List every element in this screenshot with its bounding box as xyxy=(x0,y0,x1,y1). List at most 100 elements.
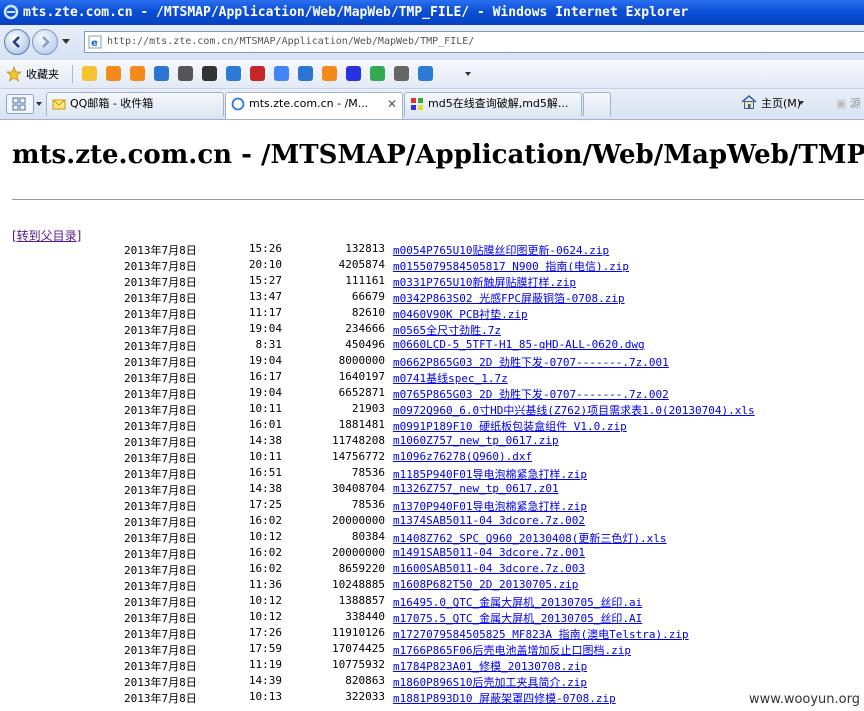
file-link[interactable]: m1608P682T50_2D_20130705.zip xyxy=(393,578,578,591)
file-link[interactable]: m1784P823A01_修模_20130708.zip xyxy=(393,658,587,674)
download-icon[interactable] xyxy=(202,66,217,81)
file-link[interactable]: m0972Q960_6.0寸HD中兴基线(Z762)项目需求表1.0(20130… xyxy=(393,402,755,418)
grid-icon[interactable] xyxy=(394,66,409,81)
file-size: 78536 xyxy=(351,498,385,511)
file-time: 17:25 xyxy=(248,498,282,511)
tab-zte-directory[interactable]: mts.zte.com.cn - /M... ✕ xyxy=(225,92,403,119)
add-favorite-icon[interactable] xyxy=(82,66,97,81)
file-link[interactable]: m1185P940F01导电泡棉紧急打样.zip xyxy=(393,466,587,482)
file-link[interactable]: m1408Z762_SPC_Q960_20130408(更新三色灯).xls xyxy=(393,530,667,546)
recent-pages-dropdown[interactable] xyxy=(62,39,70,44)
translate-icon[interactable] xyxy=(274,66,289,81)
file-listing: 2013年7月8日 15:26 132813 m0054P765U10贴膜丝印图更新-… xyxy=(0,242,864,706)
file-date: 2013年7月8日 xyxy=(124,500,197,513)
file-date: 2013年7月8日 xyxy=(124,340,197,353)
file-time: 16:01 xyxy=(248,418,282,431)
file-link[interactable]: m0660LCD-5_5TFT-H1_85-qHD-ALL-0620.dwg xyxy=(393,338,645,351)
file-link[interactable]: m17075.5_QTC_金属大屏机_20130705_丝印.AI xyxy=(393,610,642,626)
file-row: 2013年7月8日 17:59 17074425 m1766P865F06后壳电池盖增… xyxy=(0,642,864,658)
file-date: 2013年7月8日 xyxy=(124,372,197,385)
file-link[interactable]: m1727079584505825 MF823A 指南(澳电Telstra).z… xyxy=(393,626,689,642)
file-date: 2013年7月8日 xyxy=(124,404,197,417)
tab-md5[interactable]: md5在线查询破解,md5解... xyxy=(404,92,582,116)
file-row: 2013年7月8日 16:02 20000000 m1374SAB5011-04 3d… xyxy=(0,514,864,530)
ie-icon[interactable] xyxy=(418,66,433,81)
file-time: 19:04 xyxy=(248,354,282,367)
close-tab-icon[interactable]: ✕ xyxy=(387,93,397,115)
file-time: 10:11 xyxy=(248,402,282,415)
file-date: 2013年7月8日 xyxy=(124,612,197,625)
file-row: 2013年7月8日 11:19 10775932 m1784P823A01_修模_20… xyxy=(0,658,864,674)
file-row: 2013年7月8日 10:12 338440 m17075.5_QTC_金属大屏机_2… xyxy=(0,610,864,626)
file-link[interactable]: m0155079584505817 N900 指南(电信).zip xyxy=(393,258,629,274)
orange-site-icon[interactable] xyxy=(322,66,337,81)
file-time: 16:02 xyxy=(248,562,282,575)
link-icon[interactable] xyxy=(178,66,193,81)
chrome-icon[interactable] xyxy=(370,66,385,81)
feeds-button[interactable]: ▣ 源 xyxy=(836,95,861,111)
blue-site-icon[interactable] xyxy=(298,66,313,81)
orange-site-icon[interactable] xyxy=(130,66,145,81)
file-time: 16:51 xyxy=(248,466,282,479)
new-tab-button[interactable] xyxy=(583,92,611,116)
file-link[interactable]: m1370P940F01导电泡棉紧急打样.zip xyxy=(393,498,587,514)
file-size: 14756772 xyxy=(332,450,385,463)
favorites-star-icon[interactable] xyxy=(6,66,22,82)
file-link[interactable]: m0460V90K PCB衬垫.zip xyxy=(393,306,528,322)
file-row: 2013年7月8日 14:39 820863 m1860P896S10后壳加工夹具简介… xyxy=(0,674,864,690)
file-size: 30408704 xyxy=(332,482,385,495)
file-time: 11:17 xyxy=(248,306,282,319)
file-size: 132813 xyxy=(345,242,385,255)
file-time: 19:04 xyxy=(248,386,282,399)
back-button[interactable] xyxy=(4,29,30,55)
red-site-icon[interactable] xyxy=(250,66,265,81)
file-link[interactable]: m1060Z757_new_tp_0617.zip xyxy=(393,434,559,447)
file-link[interactable]: m1491SAB5011-04 3dcore.7z.001 xyxy=(393,546,585,559)
file-link[interactable]: m0331P765U10新触屏贴膜打样.zip xyxy=(393,274,576,290)
file-link[interactable]: m0565全尺寸劲胜.7z xyxy=(393,322,501,338)
forward-button[interactable] xyxy=(32,29,58,55)
favorites-label[interactable]: 收藏夹 xyxy=(26,66,59,82)
file-date: 2013年7月8日 xyxy=(124,596,197,609)
favorites-more-dropdown[interactable] xyxy=(465,72,471,76)
file-link[interactable]: m1860P896S10后壳加工夹具简介.zip xyxy=(393,674,587,690)
file-link[interactable]: m0054P765U10贴膜丝印图更新-0624.zip xyxy=(393,242,609,258)
file-link[interactable]: m1326Z757_new_tp_0617.z01 xyxy=(393,482,559,495)
file-date: 2013年7月8日 xyxy=(124,532,197,545)
file-time: 19:04 xyxy=(248,322,282,335)
file-date: 2013年7月8日 xyxy=(124,436,197,449)
file-time: 16:17 xyxy=(248,370,282,383)
file-time: 11:36 xyxy=(248,578,282,591)
file-row: 2013年7月8日 14:38 11748208 m1060Z757_new_tp_0… xyxy=(0,434,864,450)
file-row: 2013年7月8日 16:51 78536 m1185P940F01导电泡棉紧急打样.… xyxy=(0,466,864,482)
blue-site-icon[interactable] xyxy=(154,66,169,81)
tab-list-dropdown[interactable] xyxy=(34,94,44,114)
file-link[interactable]: m1766P865F06后壳电池盖增加反止口图档.zip xyxy=(393,642,631,658)
back-arrow-icon xyxy=(12,36,20,48)
baidu-paw-icon[interactable] xyxy=(346,66,361,81)
quick-tabs-button[interactable] xyxy=(6,94,34,114)
file-link[interactable]: m0662P865G03 2D 劲胜下发-0707-------.7z.001 xyxy=(393,354,669,370)
ie-page-icon: e xyxy=(88,35,102,49)
favorites-bar: 收藏夹 xyxy=(0,60,864,89)
file-link[interactable]: m16495.0_QTC_金属大屏机_20130705_丝印.ai xyxy=(393,594,642,610)
file-link[interactable]: m1600SAB5011-04 3dcore.7z.003 xyxy=(393,562,585,575)
file-link[interactable]: m0741基线spec_1.7z xyxy=(393,370,508,386)
file-time: 20:10 xyxy=(248,258,282,271)
file-link[interactable]: m0991P189F10 硬纸板包装盒组件 V1.0.zip xyxy=(393,418,627,434)
ie-icon[interactable] xyxy=(226,66,241,81)
file-row: 2013年7月8日 19:04 234666 m0565全尺寸劲胜.7z xyxy=(0,322,864,338)
file-row: 2013年7月8日 17:26 11910126 m1727079584505825 … xyxy=(0,626,864,642)
home-dropdown[interactable] xyxy=(798,101,804,105)
file-link[interactable]: m0342P863S02 光感FPC屏蔽铜箔-0708.zip xyxy=(393,290,625,306)
orange-site-icon[interactable] xyxy=(106,66,121,81)
file-link[interactable]: m0765P865G03 2D 劲胜下发-0707-------.7z.002 xyxy=(393,386,669,402)
file-link[interactable]: m1881P893D10 屏蔽架罩四修模-0708.zip xyxy=(393,690,616,706)
file-link[interactable]: m1374SAB5011-04 3dcore.7z.002 xyxy=(393,514,585,527)
tab-qq-mail[interactable]: QQ邮箱 - 收件箱 xyxy=(46,92,224,116)
file-date: 2013年7月8日 xyxy=(124,644,197,657)
file-size: 820863 xyxy=(345,674,385,687)
file-link[interactable]: m1096z76278(Q960).dxf xyxy=(393,450,532,463)
address-bar[interactable]: e http://mts.zte.com.cn/MTSMAP/Applicati… xyxy=(84,31,864,53)
file-size: 82610 xyxy=(351,306,385,319)
